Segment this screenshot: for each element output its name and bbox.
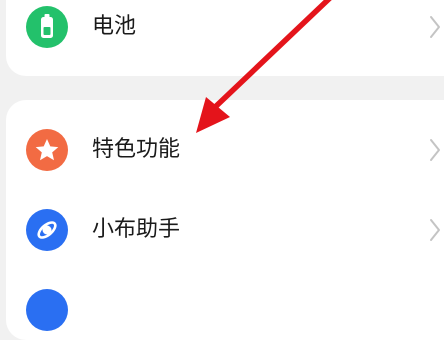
star-icon xyxy=(26,129,68,171)
settings-item-partial[interactable] xyxy=(6,280,444,340)
settings-card-top: 电池 xyxy=(6,0,444,76)
settings-item-battery[interactable]: 电池 xyxy=(6,0,444,57)
chevron-right-icon xyxy=(430,16,440,38)
assistant-icon xyxy=(26,209,68,251)
app-icon xyxy=(26,289,68,331)
chevron-right-icon xyxy=(430,219,440,241)
battery-icon xyxy=(26,6,68,48)
settings-item-label: 电池 xyxy=(92,14,137,39)
settings-item-features[interactable]: 特色功能 xyxy=(6,120,444,180)
settings-item-label: 小布助手 xyxy=(92,217,181,242)
settings-item-label: 特色功能 xyxy=(92,137,181,162)
settings-card-main: 特色功能 小布助手 xyxy=(6,100,444,340)
settings-item-assistant[interactable]: 小布助手 xyxy=(6,200,444,260)
chevron-right-icon xyxy=(430,139,440,161)
